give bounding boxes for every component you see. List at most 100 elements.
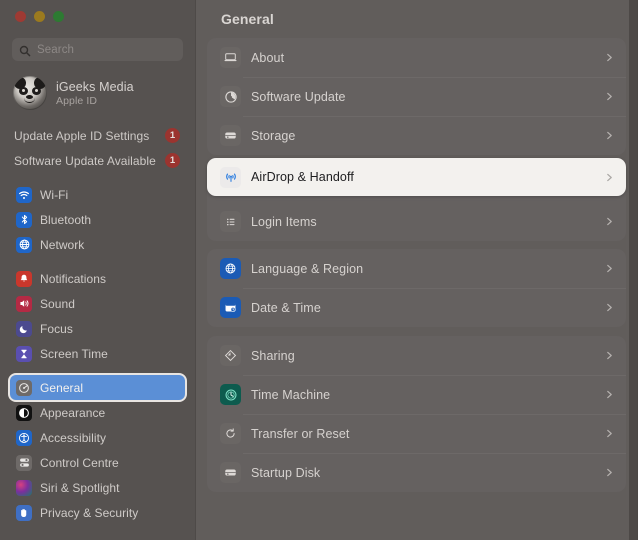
settings-row-label: AirDrop & Handoff: [251, 170, 354, 184]
settings-row-login-items[interactable]: Login Items: [207, 202, 626, 241]
sound-speaker-icon: [16, 295, 32, 312]
settings-row-date-and-time[interactable]: Date & Time: [207, 288, 626, 327]
sidebar-item-label: Sound: [40, 296, 75, 311]
apple-id-account-row[interactable]: iGeeks Media Apple ID: [0, 61, 195, 113]
chevron-right-icon: [605, 429, 614, 438]
settings-row-storage[interactable]: Storage: [207, 116, 626, 155]
notifications-bell-icon: [16, 270, 32, 287]
time-machine-icon: [220, 384, 241, 405]
sidebar-item-label: General: [40, 380, 84, 395]
sidebar-item-label: Wi-Fi: [40, 187, 69, 202]
network-globe-icon: [16, 236, 32, 253]
system-settings-window: Search iGeeks Media Apple ID Update Appl…: [0, 0, 638, 540]
settings-row-airdrop-and-handoff[interactable]: AirDrop & Handoff: [207, 158, 626, 196]
sidebar-item-update-apple-id-settings[interactable]: Update Apple ID Settings 1: [10, 123, 185, 148]
settings-row-software-update[interactable]: Software Update: [207, 77, 626, 116]
screen-time-hourglass-icon: [16, 345, 32, 362]
account-name: iGeeks Media: [56, 79, 134, 94]
settings-row-label: Login Items: [251, 214, 317, 229]
sidebar-item-label: Notifications: [40, 271, 107, 286]
sidebar-item-label: Network: [40, 237, 85, 252]
sidebar-item-bluetooth[interactable]: Bluetooth: [10, 207, 185, 232]
window-right-edge: [629, 0, 637, 540]
zoom-button[interactable]: [53, 11, 64, 22]
sidebar-item-general[interactable]: General: [10, 375, 185, 400]
settings-row-label: Date & Time: [251, 300, 321, 315]
airdrop-icon: [220, 166, 241, 188]
page-title: General: [221, 11, 274, 27]
sidebar-item-focus[interactable]: Focus: [10, 316, 185, 341]
sidebar-item-label: Control Centre: [40, 455, 119, 470]
account-subtitle: Apple ID: [56, 94, 98, 107]
settings-row-label: Startup Disk: [251, 465, 321, 480]
control-centre-icon: [16, 454, 32, 471]
settings-row-label: Storage: [251, 128, 296, 143]
sidebar-item-notifications[interactable]: Notifications: [10, 266, 185, 291]
sidebar-item-wi-fi[interactable]: Wi-Fi: [10, 182, 185, 207]
appearance-contrast-icon: [16, 404, 32, 421]
chevron-right-icon: [605, 53, 614, 62]
sidebar-item-label: Appearance: [40, 405, 106, 420]
settings-row-transfer-or-reset[interactable]: Transfer or Reset: [207, 414, 626, 453]
date-time-icon: [220, 297, 241, 318]
sidebar-item-sound[interactable]: Sound: [10, 291, 185, 316]
close-button[interactable]: [15, 11, 26, 22]
settings-row-startup-disk[interactable]: Startup Disk: [207, 453, 626, 492]
settings-row-language-and-region[interactable]: Language & Region: [207, 249, 626, 288]
sidebar-item-software-update-available[interactable]: Software Update Available 1: [10, 148, 185, 173]
avatar: [13, 76, 47, 110]
alerts-list: Update Apple ID Settings 1 Software Upda…: [0, 113, 195, 173]
bluetooth-icon: [16, 211, 32, 228]
sidebar-item-control-centre[interactable]: Control Centre: [10, 450, 185, 475]
alert-label: Update Apple ID Settings: [14, 128, 150, 143]
settings-row-sharing[interactable]: Sharing: [207, 336, 626, 375]
settings-group-locale: Language & Region Date & Time: [207, 249, 626, 327]
chevron-right-icon: [605, 303, 614, 312]
sidebar-item-appearance[interactable]: Appearance: [10, 400, 185, 425]
search-icon: [19, 44, 31, 56]
minimize-button[interactable]: [34, 11, 45, 22]
sidebar-item-label: Accessibility: [40, 430, 106, 445]
privacy-hand-icon: [16, 504, 32, 521]
startup-disk-icon: [220, 462, 241, 483]
settings-row-label: Time Machine: [251, 387, 331, 402]
search-placeholder: Search: [37, 43, 75, 56]
status-badge: 1: [165, 128, 180, 143]
sidebar-item-label: Screen Time: [40, 346, 108, 361]
settings-row-label: Transfer or Reset: [251, 426, 350, 441]
about-laptop-icon: [220, 47, 241, 68]
search-input[interactable]: Search: [12, 38, 183, 61]
settings-group-sharing-system: Sharing Time Machine Transfer or Reset S…: [207, 336, 626, 492]
settings-row-time-machine[interactable]: Time Machine: [207, 375, 626, 414]
settings-row-label: About: [251, 50, 285, 65]
settings-row-label: Language & Region: [251, 261, 364, 276]
sidebar-group-network: Wi-Fi Bluetooth Network: [0, 173, 195, 257]
general-gear-icon: [16, 379, 32, 396]
status-badge: 1: [165, 153, 180, 168]
content-pane: General About Software Update Storage Lo…: [196, 0, 638, 540]
sidebar-item-siri-and-spotlight[interactable]: Siri & Spotlight: [10, 475, 185, 500]
settings-row-about[interactable]: About: [207, 38, 626, 77]
storage-drive-icon: [220, 125, 241, 146]
sidebar-item-privacy-and-security[interactable]: Privacy & Security: [10, 500, 185, 525]
sidebar-item-accessibility[interactable]: Accessibility: [10, 425, 185, 450]
chevron-right-icon: [605, 390, 614, 399]
sidebar-item-network[interactable]: Network: [10, 232, 185, 257]
chevron-right-icon: [605, 264, 614, 273]
chevron-right-icon: [605, 217, 614, 226]
sidebar-item-label: Siri & Spotlight: [40, 480, 120, 495]
settings-group-system-info: About Software Update Storage: [207, 38, 626, 155]
chevron-right-icon: [605, 92, 614, 101]
chevron-right-icon: [605, 351, 614, 360]
transfer-reset-icon: [220, 423, 241, 444]
chevron-right-icon: [605, 468, 614, 477]
focus-moon-icon: [16, 320, 32, 337]
chevron-right-icon: [605, 131, 614, 140]
sharing-icon: [220, 345, 241, 366]
sidebar-item-label: Privacy & Security: [40, 505, 139, 520]
sidebar-item-screen-time[interactable]: Screen Time: [10, 341, 185, 366]
language-region-globe-icon: [220, 258, 241, 279]
wifi-icon: [16, 186, 32, 203]
sidebar-group-system-alerts: Notifications Sound Focus Screen Time: [0, 257, 195, 366]
chevron-right-icon: [605, 173, 614, 182]
